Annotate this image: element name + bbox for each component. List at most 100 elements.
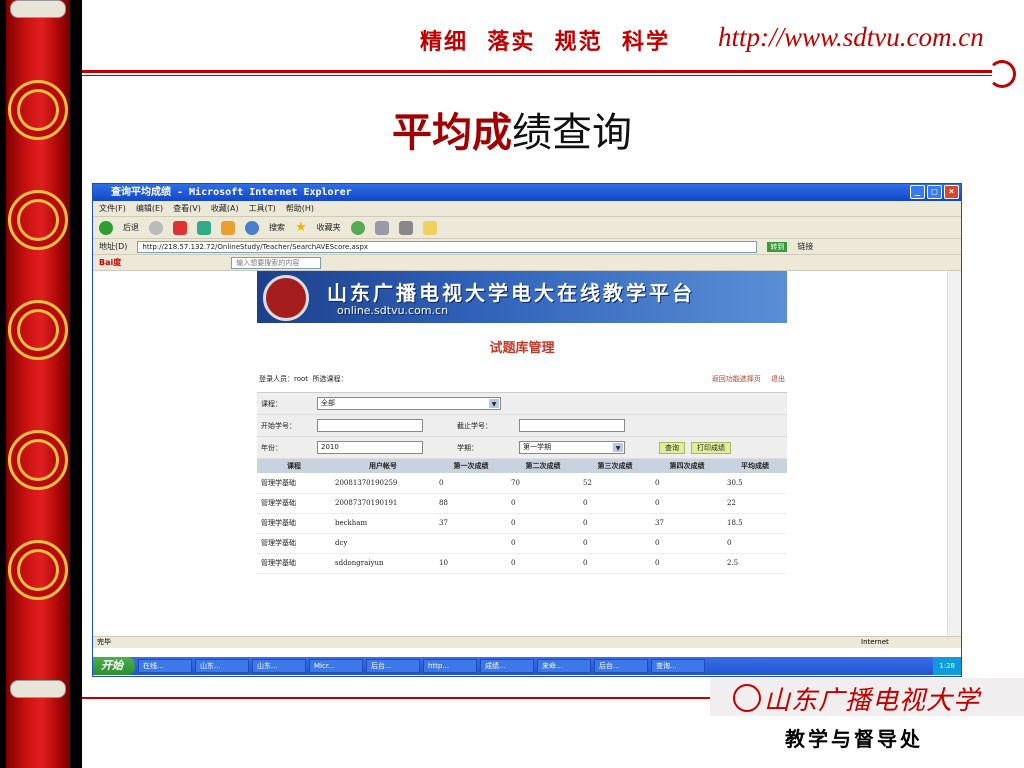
search-button[interactable]: 搜索 [269,222,285,233]
go-button[interactable]: 转到 [767,241,788,252]
col-account: 用户帐号 [331,459,435,473]
taskbar-item[interactable]: http... [423,659,477,673]
menu-tools[interactable]: 工具(T) [249,203,276,214]
mail-icon[interactable] [374,220,389,235]
menu-favorites[interactable]: 收藏(A) [211,203,239,214]
swirl-ornament [8,300,68,360]
cell-account: sddongraiyun [331,553,435,574]
taskbar-item[interactable]: 查询... [651,659,705,673]
status-text: 完毕 [97,638,111,646]
year-row: 年份： 2010 学期： 第一学期 ▼ 查询 打印成绩 [257,437,787,459]
browser-window: 查询平均成绩 - Microsoft Internet Explorer _ □… [92,183,962,677]
course-row: 课程： 全部 ▼ [257,393,787,415]
start-id-input[interactable] [317,419,423,432]
cell-score1: 88 [435,493,507,514]
chevron-down-icon[interactable]: ▼ [613,443,623,452]
system-tray-clock[interactable]: 1:28 [933,657,961,675]
cell-score4: 0 [651,553,723,574]
taskbar-item[interactable]: 成绩... [480,659,534,673]
swirl-ornament [8,540,68,600]
menu-file[interactable]: 文件(F) [99,203,126,214]
student-id-row: 开始学号： 截止学号： [257,415,787,437]
footer-divider [82,697,710,699]
cell-average: 18.5 [723,513,787,534]
taskbar-item[interactable]: 在线... [138,659,192,673]
web-page: 山东广播电视大学电大在线教学平台 online.sdtvu.com.cn 试题库… [257,271,787,581]
address-input[interactable]: http://218.57.132.72/OnlineStudy/Teacher… [137,240,758,253]
folder-icon[interactable] [422,220,437,235]
cell-score4: 37 [651,513,723,534]
col-average: 平均成绩 [723,459,787,473]
taskbar-item[interactable]: 山东... [252,659,306,673]
slide: 精细 落实 规范 科学 http://www.sdtvu.com.cn 平均成绩… [0,0,1024,768]
cell-score3: 0 [579,513,651,534]
university-logo-icon [263,275,309,321]
taskbar-item[interactable]: 来命... [537,659,591,673]
home-icon[interactable] [221,220,235,235]
cell-score2: 0 [507,553,579,574]
refresh-icon[interactable] [197,220,211,235]
taskbar-item[interactable]: 后台... [366,659,420,673]
close-button[interactable]: × [944,185,959,199]
baidu-search-input[interactable]: 输入想要搜索的内容 [231,256,322,269]
cell-average: 0 [723,533,787,554]
col-course: 课程 [257,459,331,473]
taskbar-item[interactable]: 山东... [195,659,249,673]
year-input[interactable]: 2010 [317,441,423,454]
back-to-menu-link[interactable]: 返回功能选择页 [712,375,761,383]
cell-score4: 0 [651,533,723,554]
back-button[interactable]: 后退 [123,222,139,233]
end-id-input[interactable] [519,419,625,432]
swirl-ornament [8,190,68,250]
query-button[interactable]: 查询 [659,441,685,454]
start-button[interactable]: 开始 [93,657,135,675]
start-id-label: 开始学号： [261,421,296,430]
col-score3: 第三次成绩 [579,459,651,473]
cell-score3: 0 [579,553,651,574]
course-select[interactable]: 全部 ▼ [317,397,501,410]
cell-account: dcy [331,533,435,554]
star-icon[interactable]: ★ [295,220,307,235]
menu-view[interactable]: 查看(V) [173,203,201,214]
menu-help[interactable]: 帮助(H) [286,203,314,214]
back-arrow-icon[interactable] [99,220,113,235]
taskbar-item[interactable]: Micr... [309,659,363,673]
page-title: 试题库管理 [489,341,555,356]
pillar-cap-top [10,0,66,18]
header-divider-thin [82,75,992,76]
login-info-row: 登录人员：root 所选课程： 返回功能选择页 退出 [257,374,787,384]
cell-course: 管理学基础 [257,553,331,574]
favorites-button[interactable]: 收藏夹 [317,222,341,233]
cell-score2: 0 [507,493,579,514]
cell-course: 管理学基础 [257,473,331,494]
course-label: 课程： [261,399,282,408]
cell-account: 20081370190259 [331,473,435,494]
table-row: 管理学基础 sddongraiyun 10 0 0 0 2.5 [257,553,787,574]
login-info: 登录人员：root 所选课程： [259,375,348,383]
logout-link[interactable]: 退出 [771,375,785,383]
links-label[interactable]: 链接 [797,241,813,252]
minimize-button[interactable]: _ [910,185,925,199]
table-row: 管理学基础 beckham 37 0 0 37 18.5 [257,513,787,534]
cell-score2: 0 [507,533,579,554]
history-icon[interactable] [350,220,365,235]
term-select[interactable]: 第一学期 ▼ [519,441,625,454]
search-icon[interactable] [245,220,259,235]
taskbar-item[interactable]: 后台... [594,659,648,673]
address-bar: 地址(D) http://218.57.132.72/OnlineStudy/T… [93,239,961,255]
stop-icon[interactable] [173,220,187,235]
forward-arrow-icon[interactable] [149,220,163,235]
maximize-button[interactable]: □ [927,185,942,199]
col-score2: 第二次成绩 [507,459,579,473]
vertical-scrollbar[interactable] [947,271,961,636]
cell-average: 22 [723,493,787,514]
header-divider [82,70,992,73]
print-icon[interactable] [398,220,413,235]
menu-edit[interactable]: 编辑(E) [136,203,163,214]
chevron-down-icon[interactable]: ▼ [489,399,499,408]
department-name: 教学与督导处 [785,727,923,751]
swirl-ornament [8,430,68,490]
table-row: 管理学基础 dcy 0 0 0 0 [257,533,787,554]
browser-content: 山东广播电视大学电大在线教学平台 online.sdtvu.com.cn 试题库… [93,271,961,636]
print-scores-button[interactable]: 打印成绩 [691,441,731,454]
